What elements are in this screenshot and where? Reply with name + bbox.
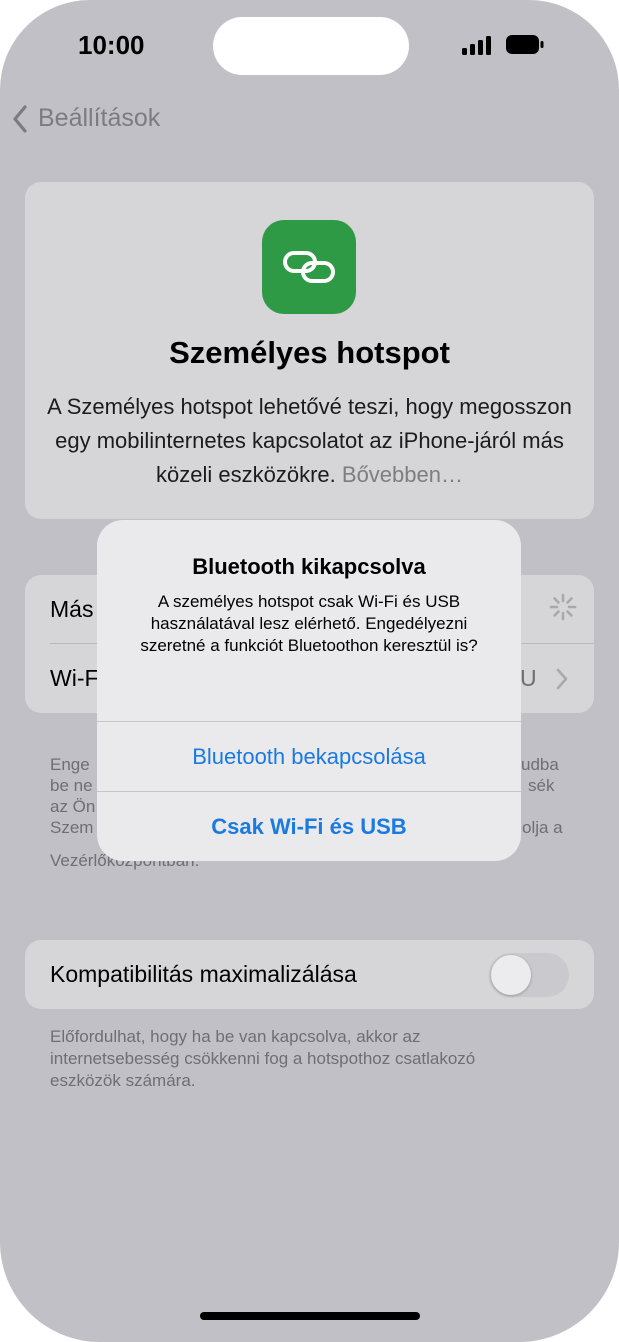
footnote-line: az Ön [50,797,96,816]
back-button[interactable]: Beállítások [12,104,160,133]
cellular-signal-icon [462,36,491,55]
wifi-usb-only-button[interactable]: Csak Wi-Fi és USB [97,814,521,840]
enable-bluetooth-button[interactable]: Bluetooth bekapcsolása [97,744,521,770]
wifi-password-row-label[interactable]: Wi-F [50,665,99,692]
footnote-line: olja a [522,818,563,837]
phone-screen: 10:00 Beállítások Személyes hotspot A Sz… [0,0,619,1342]
dynamic-island [213,17,409,75]
alert-title: Bluetooth kikapcsolva [192,554,426,579]
home-indicator[interactable] [200,1312,420,1320]
page-title: Személyes hotspot [169,335,450,370]
learn-more-link[interactable]: Bővebben… [342,462,463,487]
others-can-join-row-label[interactable]: Más [50,596,93,623]
chevron-right-icon [556,668,568,690]
back-label: Beállítások [38,104,161,132]
footnote-line: Szem [50,818,94,837]
bluetooth-alert-dialog: Bluetooth kikapcsolva A személyes hotspo… [97,520,521,861]
footnote-line: be ne [50,776,93,795]
compatibility-footnote: Előfordulhat, hogy ha be van kapcsolva, … [50,1027,476,1090]
wifi-password-value: U [520,665,537,691]
alert-divider [97,791,521,792]
alert-message: A személyes hotspot csak Wi-Fi és USB ha… [140,592,478,655]
hotspot-app-icon [262,220,356,314]
footnote-line: udba [521,755,559,774]
hero-description-text: A Személyes hotspot lehetővé teszi, hogy… [47,394,572,487]
toggle-knob [491,955,531,995]
loading-spinner-icon [549,593,577,621]
alert-divider [97,721,521,722]
battery-icon [506,35,544,54]
link-icon [283,251,335,283]
hero-description: A Személyes hotspot lehetővé teszi, hogy… [40,390,579,492]
compatibility-label: Kompatibilitás maximalizálása [50,961,357,987]
footnote-line: sék [528,776,555,795]
footnote-line: Enge [50,755,90,774]
chevron-left-icon [13,104,27,133]
status-time: 10:00 [78,30,145,60]
